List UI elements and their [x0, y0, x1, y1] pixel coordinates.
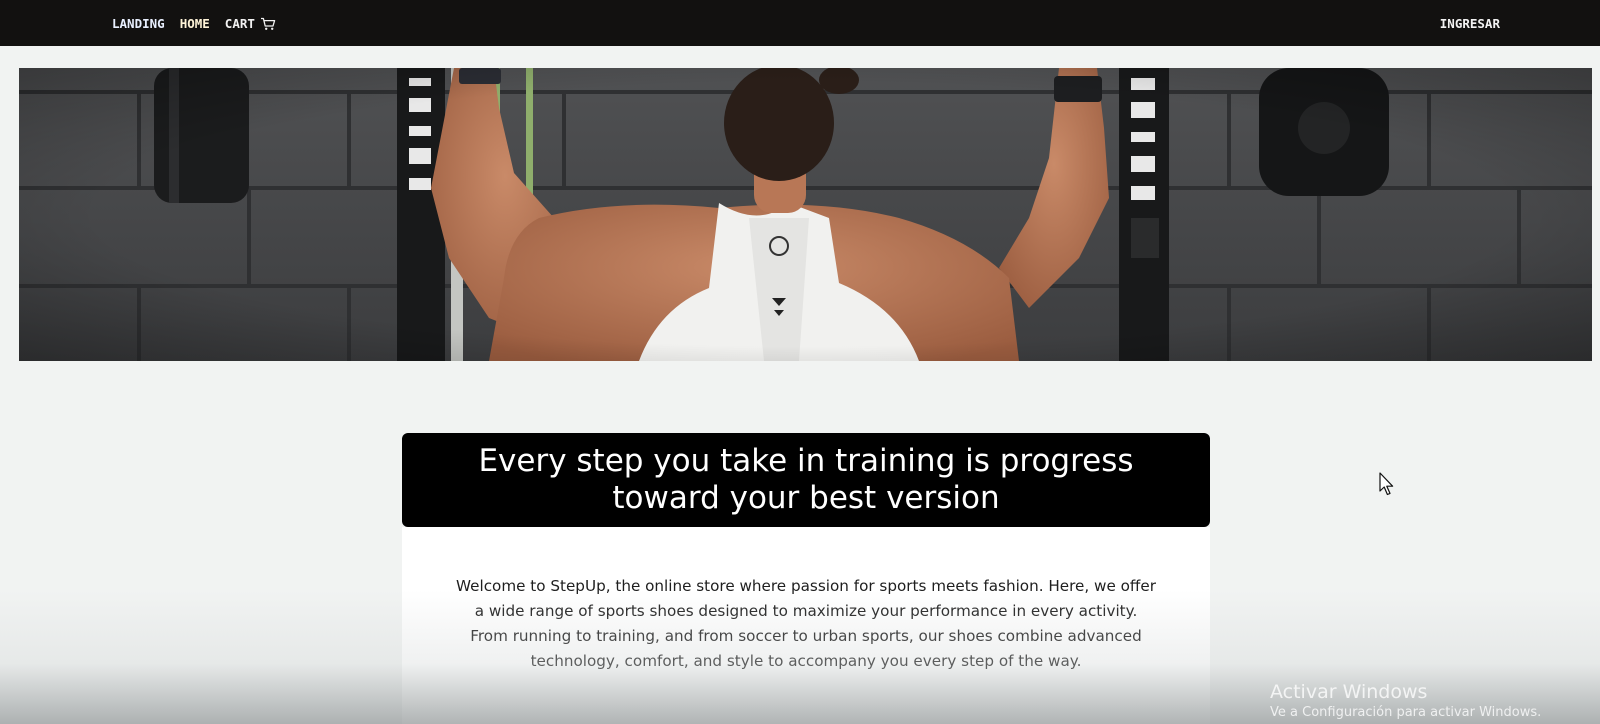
nav-link-landing[interactable]: LANDING — [112, 16, 165, 31]
nav-link-cart[interactable]: CART — [225, 16, 255, 31]
intro-text: Welcome to StepUp, the online store wher… — [456, 577, 1156, 670]
nav-link-home[interactable]: HOME — [180, 16, 210, 31]
watermark-title: Activar Windows — [1270, 681, 1428, 703]
cart-icon[interactable] — [260, 16, 276, 30]
top-navbar: LANDING HOME CART INGRESAR — [0, 0, 1600, 46]
windows-activation-watermark: Activar Windows Ve a Configuración para … — [1270, 680, 1541, 722]
nav-link-cart-group[interactable]: CART — [225, 16, 276, 31]
hero-image — [19, 68, 1592, 361]
page-headline: Every step you take in training is progr… — [478, 443, 1134, 516]
headline-banner: Every step you take in training is progr… — [402, 433, 1210, 527]
nav-right: INGRESAR — [1440, 0, 1500, 46]
nav-links: LANDING HOME CART — [112, 0, 276, 46]
intro-card: Welcome to StepUp, the online store wher… — [402, 527, 1210, 724]
login-link[interactable]: INGRESAR — [1440, 16, 1500, 31]
mouse-cursor-icon — [1379, 472, 1395, 498]
watermark-subtitle: Ve a Configuración para activar Windows. — [1270, 705, 1542, 720]
